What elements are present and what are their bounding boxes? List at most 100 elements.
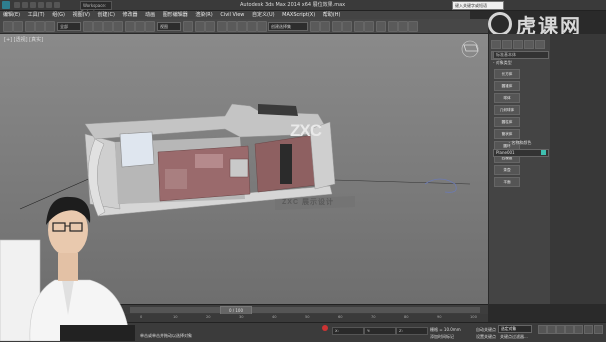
cone-button[interactable]: 圆锥体: [494, 81, 520, 91]
booth-counter-panel: [195, 154, 223, 168]
viewport-label[interactable]: [+] [透视] [真实]: [4, 36, 43, 43]
selected-dropdown[interactable]: 选定对象: [498, 325, 532, 333]
rotate-icon[interactable]: [135, 21, 145, 32]
workspace-dropdown[interactable]: Workspace: Default: [80, 1, 112, 15]
selection-filter-dropdown[interactable]: 全部: [57, 22, 81, 31]
undo-icon[interactable]: [38, 2, 44, 8]
angle-snap-icon[interactable]: [227, 21, 237, 32]
menu-civil-view[interactable]: Civil View: [220, 11, 244, 19]
window-title: Autodesk 3ds Max 2014 x64 展位效果.max: [240, 2, 346, 8]
key-filters-button[interactable]: 关键点过滤器...: [500, 334, 528, 340]
selection-region-icon[interactable]: [103, 21, 113, 32]
menu-maxscript[interactable]: MAXScript(X): [282, 11, 315, 19]
redo-icon[interactable]: [46, 2, 52, 8]
menu-modifiers[interactable]: 修改器: [123, 11, 138, 19]
project-folder-icon[interactable]: [54, 2, 60, 8]
next-frame-icon[interactable]: [565, 325, 574, 334]
cylinder-button[interactable]: 圆柱体: [494, 117, 520, 127]
link-icon[interactable]: [25, 21, 35, 32]
snaps-toggle-icon[interactable]: [217, 21, 227, 32]
reference-coordinate-dropdown[interactable]: 视图: [157, 22, 181, 31]
unlink-icon[interactable]: [35, 21, 45, 32]
save-file-icon[interactable]: [30, 2, 36, 8]
app-icon[interactable]: [2, 1, 10, 9]
menu-tools[interactable]: 工具(T): [28, 11, 45, 19]
curve-editor-icon[interactable]: [354, 21, 364, 32]
orbit-icon[interactable]: [594, 325, 603, 334]
presenter-webcam-overlay: [0, 196, 135, 341]
display-tab-icon[interactable]: [535, 40, 545, 49]
pivot-center-icon[interactable]: [183, 21, 193, 32]
create-tab-icon[interactable]: [491, 40, 501, 49]
plane-button[interactable]: 平面: [494, 177, 520, 187]
object-color-swatch[interactable]: [541, 150, 546, 155]
z-coordinate-field[interactable]: Z:: [396, 327, 428, 335]
booth-floor-sign: ZXC 展示设计: [282, 199, 334, 206]
select-object-icon[interactable]: [83, 21, 93, 32]
ruler-tick: 70: [371, 315, 376, 319]
name-color-rollout[interactable]: - 名称和颜色: [493, 140, 547, 146]
keyboard-shortcut-override-icon[interactable]: [205, 21, 215, 32]
sphere-button[interactable]: 球体: [494, 93, 520, 103]
viewcube-icon[interactable]: [460, 39, 480, 59]
object-type-rollout[interactable]: - 对象类型: [493, 60, 547, 66]
object-category-dropdown[interactable]: 标准基本体: [493, 51, 549, 59]
material-editor-icon[interactable]: [376, 21, 386, 32]
menu-views[interactable]: 视图(V): [73, 11, 90, 19]
teapot-button[interactable]: 茶壶: [494, 165, 520, 175]
hierarchy-tab-icon[interactable]: [513, 40, 523, 49]
add-time-tag[interactable]: 添加时间标记: [430, 334, 454, 340]
y-coordinate-field[interactable]: Y:: [364, 327, 396, 335]
move-icon[interactable]: [125, 21, 135, 32]
edit-named-selection-icon[interactable]: [257, 21, 267, 32]
layer-manager-icon[interactable]: [332, 21, 342, 32]
redo-tool-icon[interactable]: [13, 21, 23, 32]
go-to-start-icon[interactable]: [538, 325, 547, 334]
box-button[interactable]: 长方体: [494, 69, 520, 79]
align-icon[interactable]: [320, 21, 330, 32]
geosphere-button[interactable]: 几何球体: [494, 105, 520, 115]
zoom-icon[interactable]: [584, 325, 593, 334]
rendered-frame-window-icon[interactable]: [398, 21, 408, 32]
menu-customize[interactable]: 自定义(U): [252, 11, 275, 19]
spinner-snap-icon[interactable]: [247, 21, 257, 32]
menu-bar: 编辑(E) 工具(T) 组(G) 视图(V) 创建(C) 修改器 动画 图形编辑…: [0, 11, 470, 19]
menu-help[interactable]: 帮助(H): [323, 11, 341, 19]
scale-icon[interactable]: [145, 21, 155, 32]
render-setup-icon[interactable]: [388, 21, 398, 32]
window-crossing-icon[interactable]: [113, 21, 123, 32]
new-file-icon[interactable]: [14, 2, 20, 8]
play-icon[interactable]: [556, 325, 565, 334]
select-by-name-icon[interactable]: [93, 21, 103, 32]
auto-key-button[interactable]: 自动关键点: [476, 327, 496, 333]
time-slider-track[interactable]: [130, 307, 480, 313]
x-coordinate-field[interactable]: X:: [332, 327, 364, 335]
set-key-button[interactable]: 设置关键点: [476, 334, 496, 340]
motion-tab-icon[interactable]: [524, 40, 534, 49]
select-manipulate-icon[interactable]: [195, 21, 205, 32]
menu-animation[interactable]: 动画: [145, 11, 155, 19]
3ds-max-window: Workspace: Default Autodesk 3ds Max 2014…: [0, 0, 606, 342]
menu-rendering[interactable]: 渲染(R): [195, 11, 212, 19]
menu-edit[interactable]: 编辑(E): [3, 11, 20, 19]
right-side-panel: [550, 34, 606, 304]
percent-snap-icon[interactable]: [237, 21, 247, 32]
ruler-tick: 60: [338, 315, 343, 319]
modify-tab-icon[interactable]: [502, 40, 512, 49]
bind-space-warp-icon[interactable]: [45, 21, 55, 32]
command-panel: 标准基本体 - 对象类型 长方体 圆锥体 球体 几何球体 圆柱体 管状体 圆环 …: [488, 34, 551, 304]
go-to-end-icon[interactable]: [574, 325, 583, 334]
previous-frame-icon[interactable]: [547, 325, 556, 334]
lock-selection-icon[interactable]: [322, 325, 328, 331]
render-production-icon[interactable]: [408, 21, 418, 32]
mirror-icon[interactable]: [310, 21, 320, 32]
menu-graph-editors[interactable]: 图形编辑器: [163, 11, 188, 19]
menu-group[interactable]: 组(G): [52, 11, 65, 19]
tube-button[interactable]: 管状体: [494, 129, 520, 139]
named-selection-set-dropdown[interactable]: 创建选择集: [268, 22, 308, 31]
open-file-icon[interactable]: [22, 2, 28, 8]
graphite-ribbon-icon[interactable]: [342, 21, 352, 32]
undo-tool-icon[interactable]: [3, 21, 13, 32]
menu-create[interactable]: 创建(C): [98, 11, 115, 19]
schematic-view-icon[interactable]: [364, 21, 374, 32]
